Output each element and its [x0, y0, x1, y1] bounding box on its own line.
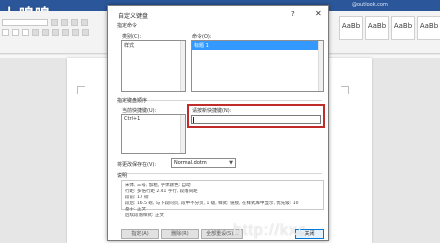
font-color-icon[interactable] [82, 28, 89, 36]
save-in-label: 将更改保存在(V): [117, 162, 157, 168]
font-name-box[interactable] [2, 18, 48, 26]
style-tile[interactable]: AaBb [417, 16, 440, 40]
dialog-title: 自定义键盘 [118, 13, 149, 20]
categories-list[interactable]: 样式 [121, 40, 186, 92]
text-effects-icon[interactable] [62, 28, 69, 36]
url-watermark: http://kxc [233, 222, 308, 239]
account-label[interactable]: @outlook.com [352, 1, 428, 9]
underline-icon[interactable] [22, 28, 29, 36]
style-tile[interactable]: AaBb [339, 16, 363, 40]
current-keys-scrollbar[interactable] [180, 115, 185, 153]
italic-icon[interactable] [12, 28, 19, 36]
commands-label: 命令(O): [192, 34, 212, 40]
current-keys-label: 当前快捷键(U): [122, 108, 157, 114]
description-box: 宋体, 三号, 加粗, 字体颜色: 自动 行距: 多倍行距 2.41 字行, 段… [121, 180, 324, 218]
close-icon[interactable]: ✕ [315, 9, 322, 18]
help-icon[interactable]: ? [291, 10, 295, 18]
specify-command-label: 指定命令 [117, 23, 138, 29]
divider [117, 173, 322, 174]
list-item[interactable]: Ctrl+1 [122, 115, 185, 123]
margin-mark-left [77, 86, 85, 94]
subscript-icon[interactable] [42, 28, 49, 36]
grow-font-icon[interactable] [51, 18, 58, 26]
strikethrough-icon[interactable] [32, 28, 39, 36]
description-line: 段后: 16.5 磅, 与下段同页, 段中不分页, 1 级, 样式: 链接, 在… [125, 201, 299, 206]
remove-button[interactable]: 删除(R) [161, 229, 199, 239]
categories-label: 类别(C): [122, 34, 142, 40]
highlight-box [187, 104, 325, 128]
save-in-value: Normal.dotm [174, 160, 207, 166]
shrink-font-icon[interactable] [61, 18, 68, 26]
current-keys-list[interactable]: Ctrl+1 [121, 114, 186, 154]
commands-list[interactable]: 标题 1 [191, 40, 324, 92]
list-item[interactable]: 标题 1 [192, 41, 323, 50]
highlight-icon[interactable] [72, 28, 79, 36]
margin-mark-right [341, 86, 349, 94]
description-label: 说明 [117, 173, 128, 179]
ribbon-font-group [2, 14, 110, 50]
commands-scrollbar[interactable] [318, 41, 323, 91]
ribbon-styles-group: AaBb AaBb AaBb AaBb [335, 12, 440, 52]
list-item[interactable]: 样式 [122, 41, 185, 50]
superscript-icon[interactable] [52, 28, 59, 36]
clear-format-icon[interactable] [81, 18, 88, 26]
bold-icon[interactable] [2, 28, 9, 36]
assign-button[interactable]: 指定(A) [121, 229, 159, 239]
description-line: 后续段落样式: 正文 [125, 213, 164, 218]
chevron-down-icon[interactable]: ▼ [229, 159, 233, 168]
categories-scrollbar[interactable] [180, 41, 185, 91]
style-tile[interactable]: AaBb [391, 16, 415, 40]
shortcut-group-label: 指定键盘顺序 [117, 98, 148, 104]
divider [117, 100, 322, 101]
style-tile[interactable]: AaBb [365, 16, 389, 40]
change-case-icon[interactable] [71, 18, 78, 26]
save-in-select[interactable]: Normal.dotm ▼ [171, 158, 236, 168]
